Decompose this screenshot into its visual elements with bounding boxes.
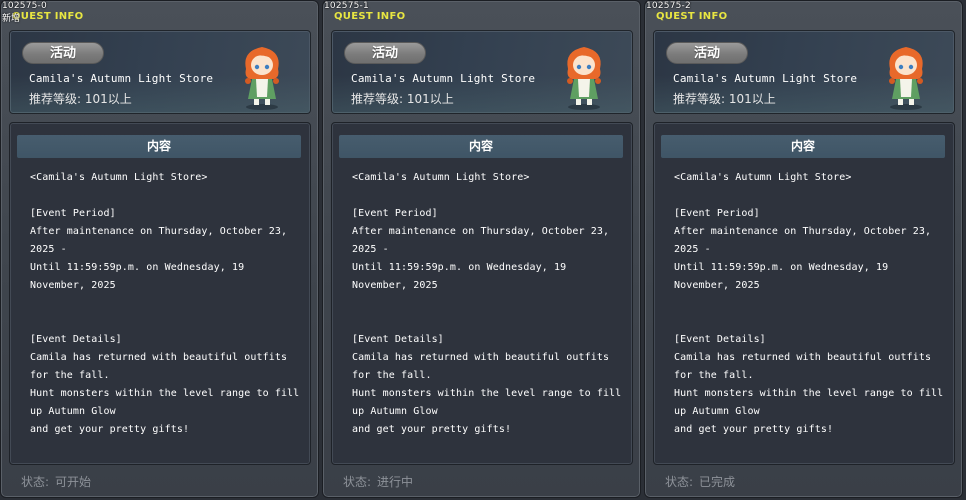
description-line: Camila has returned with beautiful outfi… xyxy=(352,352,610,363)
quest-status: 状态: 已完成 xyxy=(665,473,735,490)
description-line: up Autumn Glow xyxy=(352,406,438,417)
description-line xyxy=(352,313,624,331)
description-line xyxy=(352,187,624,205)
description-line: [Event Details] xyxy=(674,334,766,345)
description-line xyxy=(352,295,624,313)
description-line xyxy=(674,295,946,313)
status-label: 状态: xyxy=(21,475,50,489)
status-value: 已完成 xyxy=(699,475,736,489)
quest-type-badge: 活动 xyxy=(344,42,426,64)
description-line: November, 2025 xyxy=(30,280,116,291)
quest-status: 状态: 进行中 xyxy=(343,473,413,490)
npc-camila-icon xyxy=(567,47,601,110)
description-line xyxy=(674,313,946,331)
description-line: 2025 - xyxy=(30,244,67,255)
quest-content: 内容 <Camila's Autumn Light Store> [Event … xyxy=(331,122,633,465)
description-line: Hunt monsters within the level range to … xyxy=(674,388,944,399)
panel-id-label: 102575-1 xyxy=(324,1,369,11)
quest-type-badge: 活动 xyxy=(666,42,748,64)
description-line: and get your pretty gifts! xyxy=(352,424,512,435)
description-line: [Event Period] xyxy=(352,208,438,219)
description-line: Hunt monsters within the level range to … xyxy=(352,388,622,399)
npc-camila-icon xyxy=(889,47,923,110)
status-label: 状态: xyxy=(665,475,694,489)
description-line: for the fall. xyxy=(674,370,754,381)
quest-info-panel-0: 102575-0 新增 QUEST INFO 活动 Camila's Autum… xyxy=(0,0,319,498)
description-line xyxy=(674,187,946,205)
description-line: [Event Period] xyxy=(674,208,760,219)
description-line: and get your pretty gifts! xyxy=(674,424,834,435)
description-line: After maintenance on Thursday, October 2… xyxy=(30,226,288,237)
description-line: November, 2025 xyxy=(352,280,438,291)
quest-description: <Camila's Autumn Light Store> [Event Per… xyxy=(352,169,624,439)
quest-description: <Camila's Autumn Light Store> [Event Per… xyxy=(674,169,946,439)
description-line: <Camila's Autumn Light Store> xyxy=(674,172,852,183)
panel-title: QUEST INFO xyxy=(12,11,84,22)
description-line: After maintenance on Thursday, October 2… xyxy=(674,226,932,237)
description-line: [Event Details] xyxy=(30,334,122,345)
quest-info-panel-1: 102575-1 QUEST INFO 活动 Camila's Autumn L… xyxy=(322,0,641,498)
description-line: up Autumn Glow xyxy=(674,406,760,417)
content-header: 内容 xyxy=(17,135,301,158)
quest-type-badge: 活动 xyxy=(22,42,104,64)
description-line: Until 11:59:59p.m. on Wednesday, 19 xyxy=(30,262,245,273)
panel-sub-label: 新增 xyxy=(2,14,21,24)
quest-description: <Camila's Autumn Light Store> [Event Per… xyxy=(30,169,302,439)
npc-camila-icon xyxy=(245,47,279,110)
description-line: 2025 - xyxy=(674,244,711,255)
description-line: November, 2025 xyxy=(674,280,760,291)
panel-id-label: 102575-2 xyxy=(646,1,691,11)
description-line: Until 11:59:59p.m. on Wednesday, 19 xyxy=(674,262,889,273)
quest-name: Camila's Autumn Light Store xyxy=(351,72,536,85)
content-header: 内容 xyxy=(661,135,945,158)
description-line: [Event Details] xyxy=(352,334,444,345)
quest-name: Camila's Autumn Light Store xyxy=(673,72,858,85)
quest-name: Camila's Autumn Light Store xyxy=(29,72,214,85)
quest-status: 状态: 可开始 xyxy=(21,473,91,490)
recommended-level: 推荐等级: 101以上 xyxy=(351,92,454,106)
status-value: 进行中 xyxy=(377,475,414,489)
description-line: for the fall. xyxy=(30,370,110,381)
recommended-level: 推荐等级: 101以上 xyxy=(673,92,776,106)
description-line: Until 11:59:59p.m. on Wednesday, 19 xyxy=(352,262,567,273)
description-line: and get your pretty gifts! xyxy=(30,424,190,435)
description-line: for the fall. xyxy=(352,370,432,381)
panel-title: QUEST INFO xyxy=(656,11,728,22)
quest-info-panel-2: 102575-2 QUEST INFO 活动 Camila's Autumn L… xyxy=(644,0,963,498)
description-line: <Camila's Autumn Light Store> xyxy=(30,172,208,183)
recommended-level: 推荐等级: 101以上 xyxy=(29,92,132,106)
description-line: Camila has returned with beautiful outfi… xyxy=(674,352,932,363)
description-line xyxy=(30,313,302,331)
description-line xyxy=(30,187,302,205)
quest-header: 活动 Camila's Autumn Light Store 推荐等级: 101… xyxy=(653,30,955,114)
panel-id-label: 102575-0 xyxy=(2,1,47,11)
description-line: [Event Period] xyxy=(30,208,116,219)
description-line: After maintenance on Thursday, October 2… xyxy=(352,226,610,237)
description-line: 2025 - xyxy=(352,244,389,255)
description-line: Hunt monsters within the level range to … xyxy=(30,388,300,399)
description-line: Camila has returned with beautiful outfi… xyxy=(30,352,288,363)
status-label: 状态: xyxy=(343,475,372,489)
status-value: 可开始 xyxy=(55,475,92,489)
quest-header: 活动 Camila's Autumn Light Store 推荐等级: 101… xyxy=(9,30,311,114)
description-line: <Camila's Autumn Light Store> xyxy=(352,172,530,183)
quest-content: 内容 <Camila's Autumn Light Store> [Event … xyxy=(653,122,955,465)
panel-title: QUEST INFO xyxy=(334,11,406,22)
quest-content: 内容 <Camila's Autumn Light Store> [Event … xyxy=(9,122,311,465)
content-header: 内容 xyxy=(339,135,623,158)
description-line xyxy=(30,295,302,313)
description-line: up Autumn Glow xyxy=(30,406,116,417)
quest-header: 活动 Camila's Autumn Light Store 推荐等级: 101… xyxy=(331,30,633,114)
